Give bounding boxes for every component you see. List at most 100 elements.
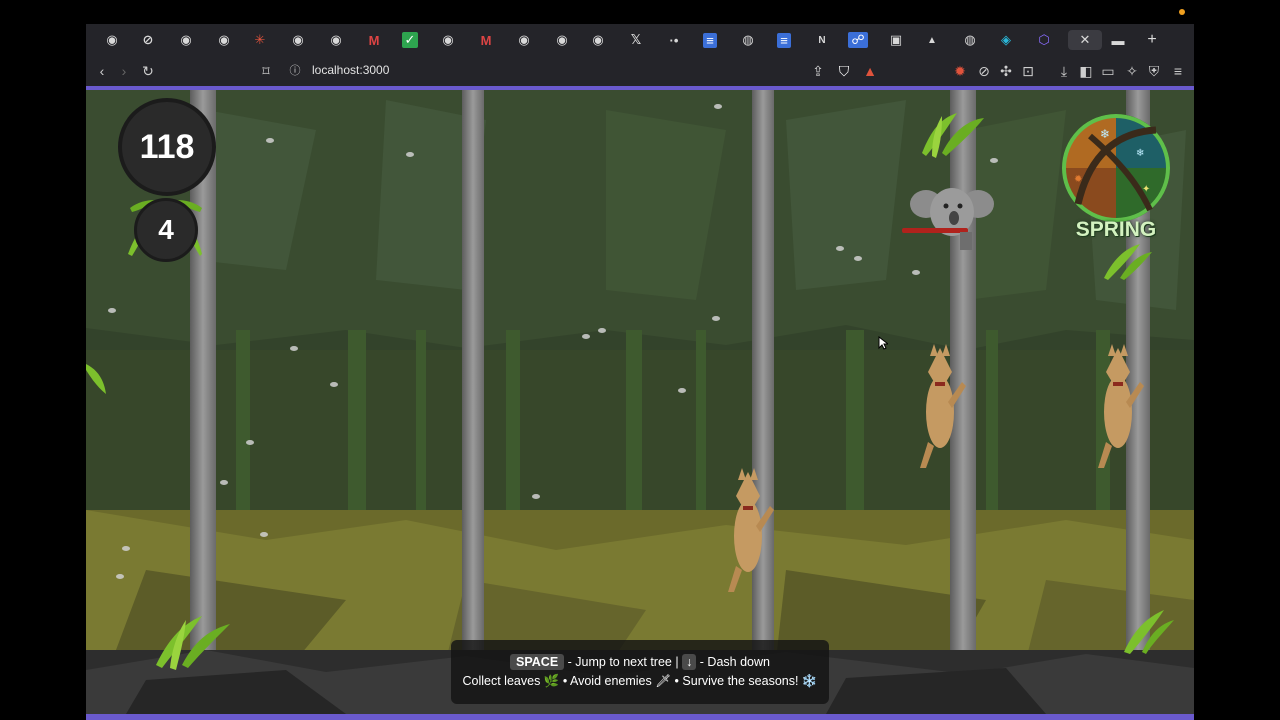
reload-icon[interactable]: ↻ xyxy=(138,61,158,81)
puzzle-icon[interactable]: ✣ xyxy=(996,61,1016,81)
vpn-icon[interactable]: ⛨ xyxy=(1144,61,1164,81)
tab-github[interactable]: ◉ xyxy=(324,30,348,50)
gmail-icon: M xyxy=(368,32,380,48)
menu-icon[interactable]: ≡ xyxy=(1168,61,1188,81)
season-label: SPRING xyxy=(1075,218,1157,241)
github-icon: ◉ xyxy=(330,32,342,47)
tab-hex[interactable]: ⬡ xyxy=(1032,30,1056,50)
help-line-controls: SPACE - Jump to next tree | ↓ - Dash dow… xyxy=(451,654,829,670)
tab-gmail[interactable]: M xyxy=(474,30,498,50)
svg-text:❄: ❄ xyxy=(1100,127,1110,141)
docs-icon: ≡ xyxy=(703,32,717,48)
leaf-particle xyxy=(246,440,254,445)
leaf-particle xyxy=(116,574,124,579)
gmail-icon: M xyxy=(480,32,492,48)
dash-instruction: - Dash down xyxy=(699,655,770,669)
github-icon: ◉ xyxy=(592,32,604,47)
tab-generic[interactable]: ⊘ xyxy=(136,30,160,50)
dingo-enemy xyxy=(920,344,966,468)
tab-github[interactable]: ◉ xyxy=(286,30,310,50)
tab-docs[interactable]: ≡ xyxy=(698,30,722,50)
tab-globe[interactable]: ◍ xyxy=(736,30,760,50)
extension-bug-icon[interactable]: ✹ xyxy=(950,61,970,81)
extension-icon[interactable]: ⊘ xyxy=(974,61,994,81)
screenshot-icon[interactable]: ⊡ xyxy=(1018,61,1038,81)
sidebar-icon[interactable]: ◧ xyxy=(1076,61,1096,81)
tab-github[interactable]: ◉ xyxy=(174,30,198,50)
bottom-accent-bar xyxy=(86,714,1194,720)
tab-spark[interactable]: ✳ xyxy=(248,30,272,50)
tab-github[interactable]: ◉ xyxy=(212,30,236,50)
tab-github[interactable]: ◉ xyxy=(550,30,574,50)
leaf-particle xyxy=(712,316,720,321)
tab-dot[interactable]: ·• xyxy=(662,30,686,50)
leaf-particle xyxy=(260,532,268,537)
docs-icon: ≡ xyxy=(777,32,791,48)
season-wheel: ❄ ❄ ✦ ✹ xyxy=(1062,114,1170,222)
leaf-clump xyxy=(86,364,106,394)
new-tab-button[interactable]: + xyxy=(1142,30,1162,50)
bookmark-icon[interactable]: ⌑ xyxy=(256,61,276,81)
tab-docs[interactable]: ≡ xyxy=(772,30,796,50)
share-icon[interactable]: ⇪ xyxy=(808,61,828,81)
down-arrow-key: ↓ xyxy=(682,654,697,670)
github-icon: ◉ xyxy=(180,32,192,47)
leaf-particle xyxy=(912,270,920,275)
score-display: 118 xyxy=(118,98,216,196)
wallet-icon[interactable]: ▭ xyxy=(1098,61,1118,81)
ai-icon[interactable]: ✧ xyxy=(1122,61,1142,81)
github-icon: ◉ xyxy=(442,32,454,47)
notion-icon: N xyxy=(818,34,826,46)
leaf-particle xyxy=(854,256,862,261)
close-icon[interactable]: ✕ xyxy=(1080,32,1091,48)
tab-globe[interactable]: ◍ xyxy=(958,30,982,50)
browser-toolbar: ‹ › ↻ ⌑ ⓘ localhost:3000 ⇪ ⛉ ▲ ✹ ⊘ ✣ ⊡ ⤓… xyxy=(86,56,1194,86)
leaf-clump xyxy=(156,616,230,670)
back-icon[interactable]: ‹ xyxy=(92,61,112,81)
browser-window: ◉ ⊘ ◉ ◉ ✳ ◉ ◉ M ✓ ◉ M ◉ ◉ ◉ 𝕏 ·• ≡ ◍ ≡ N… xyxy=(86,24,1194,720)
season-indicator: ❄ ❄ ✦ ✹ SPRING xyxy=(1060,112,1172,272)
address-bar[interactable]: localhost:3000 xyxy=(312,63,389,77)
tab-app[interactable]: ☍ xyxy=(846,30,870,50)
dot-icon: ·• xyxy=(669,32,679,48)
leaf-particle xyxy=(598,328,606,333)
tab-app[interactable]: ▣ xyxy=(884,30,908,50)
rewards-icon[interactable]: ▲ xyxy=(860,61,880,81)
spark-icon: ✳ xyxy=(254,32,266,47)
svg-text:✦: ✦ xyxy=(1142,184,1150,195)
tab-x[interactable]: 𝕏 xyxy=(624,30,648,50)
leaf-particle xyxy=(108,308,116,313)
tab-github[interactable]: ◉ xyxy=(586,30,610,50)
tab-gmail[interactable]: M xyxy=(362,30,386,50)
tab-diamond[interactable]: ◈ xyxy=(994,30,1018,50)
tab-github[interactable]: ◉ xyxy=(512,30,536,50)
download-icon[interactable]: ⤓ xyxy=(1054,61,1074,81)
tab-notion[interactable]: N xyxy=(810,30,834,50)
controls-help-panel: SPACE - Jump to next tree | ↓ - Dash dow… xyxy=(451,640,829,704)
koala-player xyxy=(902,188,994,250)
leaf-particle xyxy=(532,494,540,499)
tab-check[interactable]: ✓ xyxy=(398,30,422,50)
leaf-particle xyxy=(220,480,228,485)
tab-bar: ◉ ⊘ ◉ ◉ ✳ ◉ ◉ M ✓ ◉ M ◉ ◉ ◉ 𝕏 ·• ≡ ◍ ≡ N… xyxy=(86,24,1194,56)
x-icon: 𝕏 xyxy=(630,32,642,47)
jump-instruction: - Jump to next tree | xyxy=(567,655,679,669)
github-icon: ◉ xyxy=(292,32,304,47)
tab-triangle[interactable]: ▲ xyxy=(920,30,944,50)
site-info-icon[interactable]: ⓘ xyxy=(285,61,305,81)
github-icon: ◉ xyxy=(218,32,230,47)
svg-text:❄: ❄ xyxy=(1136,148,1144,159)
triangle-icon: ▲ xyxy=(927,34,937,46)
tab-github[interactable]: ◉ xyxy=(100,30,124,50)
shield-icon[interactable]: ⛉ xyxy=(834,61,854,81)
tree-trunk xyxy=(462,90,484,670)
tab-active[interactable]: ✕ xyxy=(1068,30,1102,50)
game-canvas[interactable]: 118 4 ❄ ❄ ✦ ✹ SPRING SPACE - Jump to nex… xyxy=(86,90,1194,714)
tab-window[interactable]: ▬ xyxy=(1106,30,1130,50)
forward-icon[interactable]: › xyxy=(114,61,134,81)
svg-text:✹: ✹ xyxy=(1074,174,1082,185)
tab-github[interactable]: ◉ xyxy=(436,30,460,50)
check-icon: ✓ xyxy=(401,32,419,48)
notification-dot xyxy=(1179,9,1185,15)
help-line-goals: Collect leaves 🌿 • Avoid enemies 🗡 • Sur… xyxy=(462,674,818,688)
